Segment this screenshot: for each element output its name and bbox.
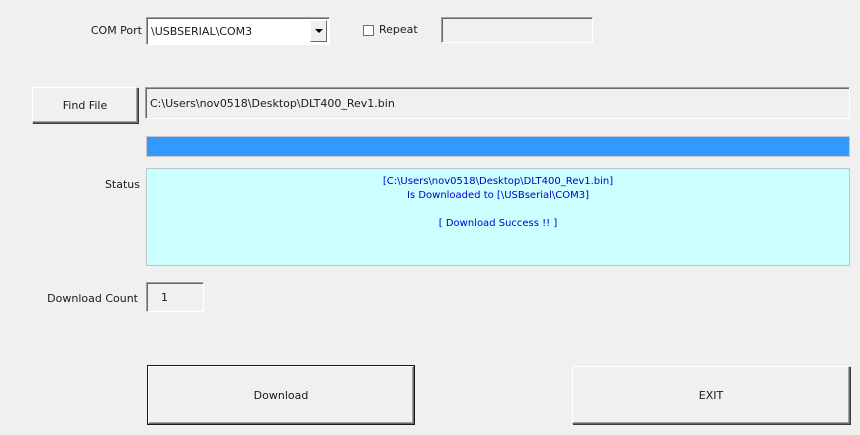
repeat-checkbox[interactable] [363,25,374,36]
download-progress-fill [147,137,849,156]
download-button-label: Download [253,388,309,402]
download-progress-bar [146,136,850,157]
download-count-label: Download Count [47,292,138,305]
find-file-button-label: Find File [62,98,108,112]
find-file-button[interactable]: Find File [32,87,138,123]
status-line-1: [C:\Users\nov0518\Desktop\DLT400_Rev1.bi… [382,176,614,187]
com-port-selected-value: \USBSERIAL\COM3 [151,24,253,38]
status-line-2: Is Downloaded to [\USBserial\COM3] [406,190,589,201]
repeat-label: Repeat [379,23,418,36]
download-count-value: 1 [161,290,168,304]
exit-button-label: EXIT [698,388,724,402]
download-button[interactable]: Download [147,365,415,425]
exit-button[interactable]: EXIT [572,366,850,424]
file-path-value: C:\Users\nov0518\Desktop\DLT400_Rev1.bin [150,96,395,110]
repeat-count-field[interactable] [441,17,593,43]
com-port-select[interactable]: \USBSERIAL\COM3 [146,17,330,45]
status-line-4: [ Download Success !! ] [438,218,558,229]
com-port-label: COM Port [90,24,142,37]
status-panel: [C:\Users\nov0518\Desktop\DLT400_Rev1.bi… [146,168,850,266]
status-line-3 [147,203,849,217]
file-path-field[interactable]: C:\Users\nov0518\Desktop\DLT400_Rev1.bin [145,87,850,119]
chevron-down-icon[interactable] [310,20,327,42]
download-count-field: 1 [146,282,204,312]
status-label: Status [104,178,140,191]
